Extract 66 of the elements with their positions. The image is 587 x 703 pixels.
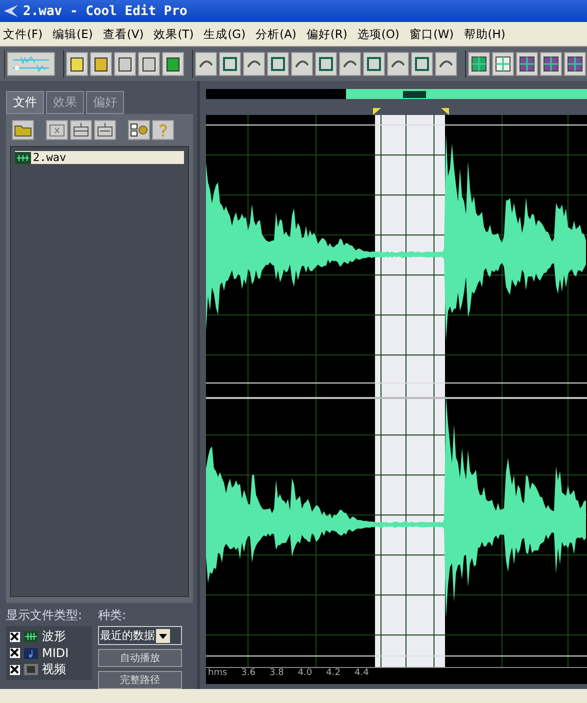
checkbox[interactable] [10, 664, 20, 674]
waveform-icon [15, 152, 31, 164]
menu-item[interactable]: 查看(V) [102, 26, 144, 42]
checkbox[interactable] [10, 632, 20, 642]
checkbox[interactable] [10, 648, 20, 658]
insert-icon [96, 123, 114, 137]
grid-icon [494, 55, 512, 73]
close-document-icon [48, 123, 66, 137]
open-file-button[interactable] [12, 120, 34, 140]
file-type-label: MIDI [42, 646, 69, 660]
folder-icon [92, 55, 110, 73]
time-label: hms [208, 668, 228, 680]
menu-item[interactable]: 偏好(R) [306, 26, 348, 42]
time-label: 3.6 [241, 668, 256, 680]
square-icon [269, 55, 287, 73]
square-icon [413, 55, 431, 73]
film-icon [24, 664, 38, 675]
square-icon [365, 55, 383, 73]
settings-icon [130, 123, 148, 137]
insert-track-button[interactable] [94, 120, 116, 140]
file-type-label: 波形 [42, 628, 66, 645]
document-icon [116, 55, 134, 73]
menu-item[interactable]: 生成(G) [204, 26, 246, 42]
settings-button[interactable] [128, 120, 150, 140]
time-label: 4.0 [298, 668, 312, 680]
window-title: 2.wav - Cool Edit Pro [23, 4, 188, 18]
square-icon [317, 55, 335, 73]
grid-icon [542, 55, 560, 73]
waveform-display[interactable] [206, 115, 587, 667]
filter-label: 显示文件类型: [6, 607, 84, 624]
time-label: 4.4 [354, 668, 369, 680]
waveform-icon [24, 631, 38, 642]
waveform-icon [11, 54, 51, 74]
overview-bar[interactable] [206, 89, 587, 99]
file-name: 2.wav [33, 151, 66, 164]
menu-item[interactable]: 文件(F) [3, 26, 43, 42]
music-note-icon [24, 648, 38, 658]
menu-item[interactable]: 编辑(E) [52, 26, 93, 42]
square-icon [221, 55, 239, 73]
caret-icon [156, 628, 170, 642]
menu-item[interactable]: 帮助(H) [464, 26, 506, 42]
sort-dropdown[interactable]: 最近的数据 [98, 626, 182, 645]
time-label: 3.8 [270, 668, 284, 680]
document-icon [68, 55, 86, 73]
menu-item[interactable]: 分析(A) [256, 26, 296, 42]
selection-end-marker-icon[interactable] [441, 108, 449, 115]
menu-item[interactable]: 效果(T) [154, 26, 194, 42]
panel-button[interactable]: 自动播放 [98, 649, 182, 667]
sort-label: 种类: [98, 607, 128, 624]
panel-button[interactable]: 完整路径 [98, 671, 182, 689]
document-icon [140, 55, 158, 73]
app-logo-icon [3, 4, 19, 18]
insert-icon [72, 123, 90, 137]
menu-item[interactable]: 选项(O) [357, 26, 400, 42]
file-type-label: 视频 [42, 661, 66, 678]
grid-icon [566, 55, 584, 73]
folder-icon [14, 123, 32, 137]
grid-icon [470, 55, 488, 73]
time-label: 4.2 [326, 668, 340, 680]
grid-icon [518, 55, 536, 73]
panel-tab[interactable]: 文件 [6, 91, 44, 114]
menu-item[interactable]: 窗口(W) [409, 26, 454, 42]
film-icon [164, 55, 182, 73]
insert-button[interactable] [70, 120, 92, 140]
close-file-button[interactable] [46, 120, 68, 140]
file-item[interactable]: 2.wav [15, 151, 184, 164]
